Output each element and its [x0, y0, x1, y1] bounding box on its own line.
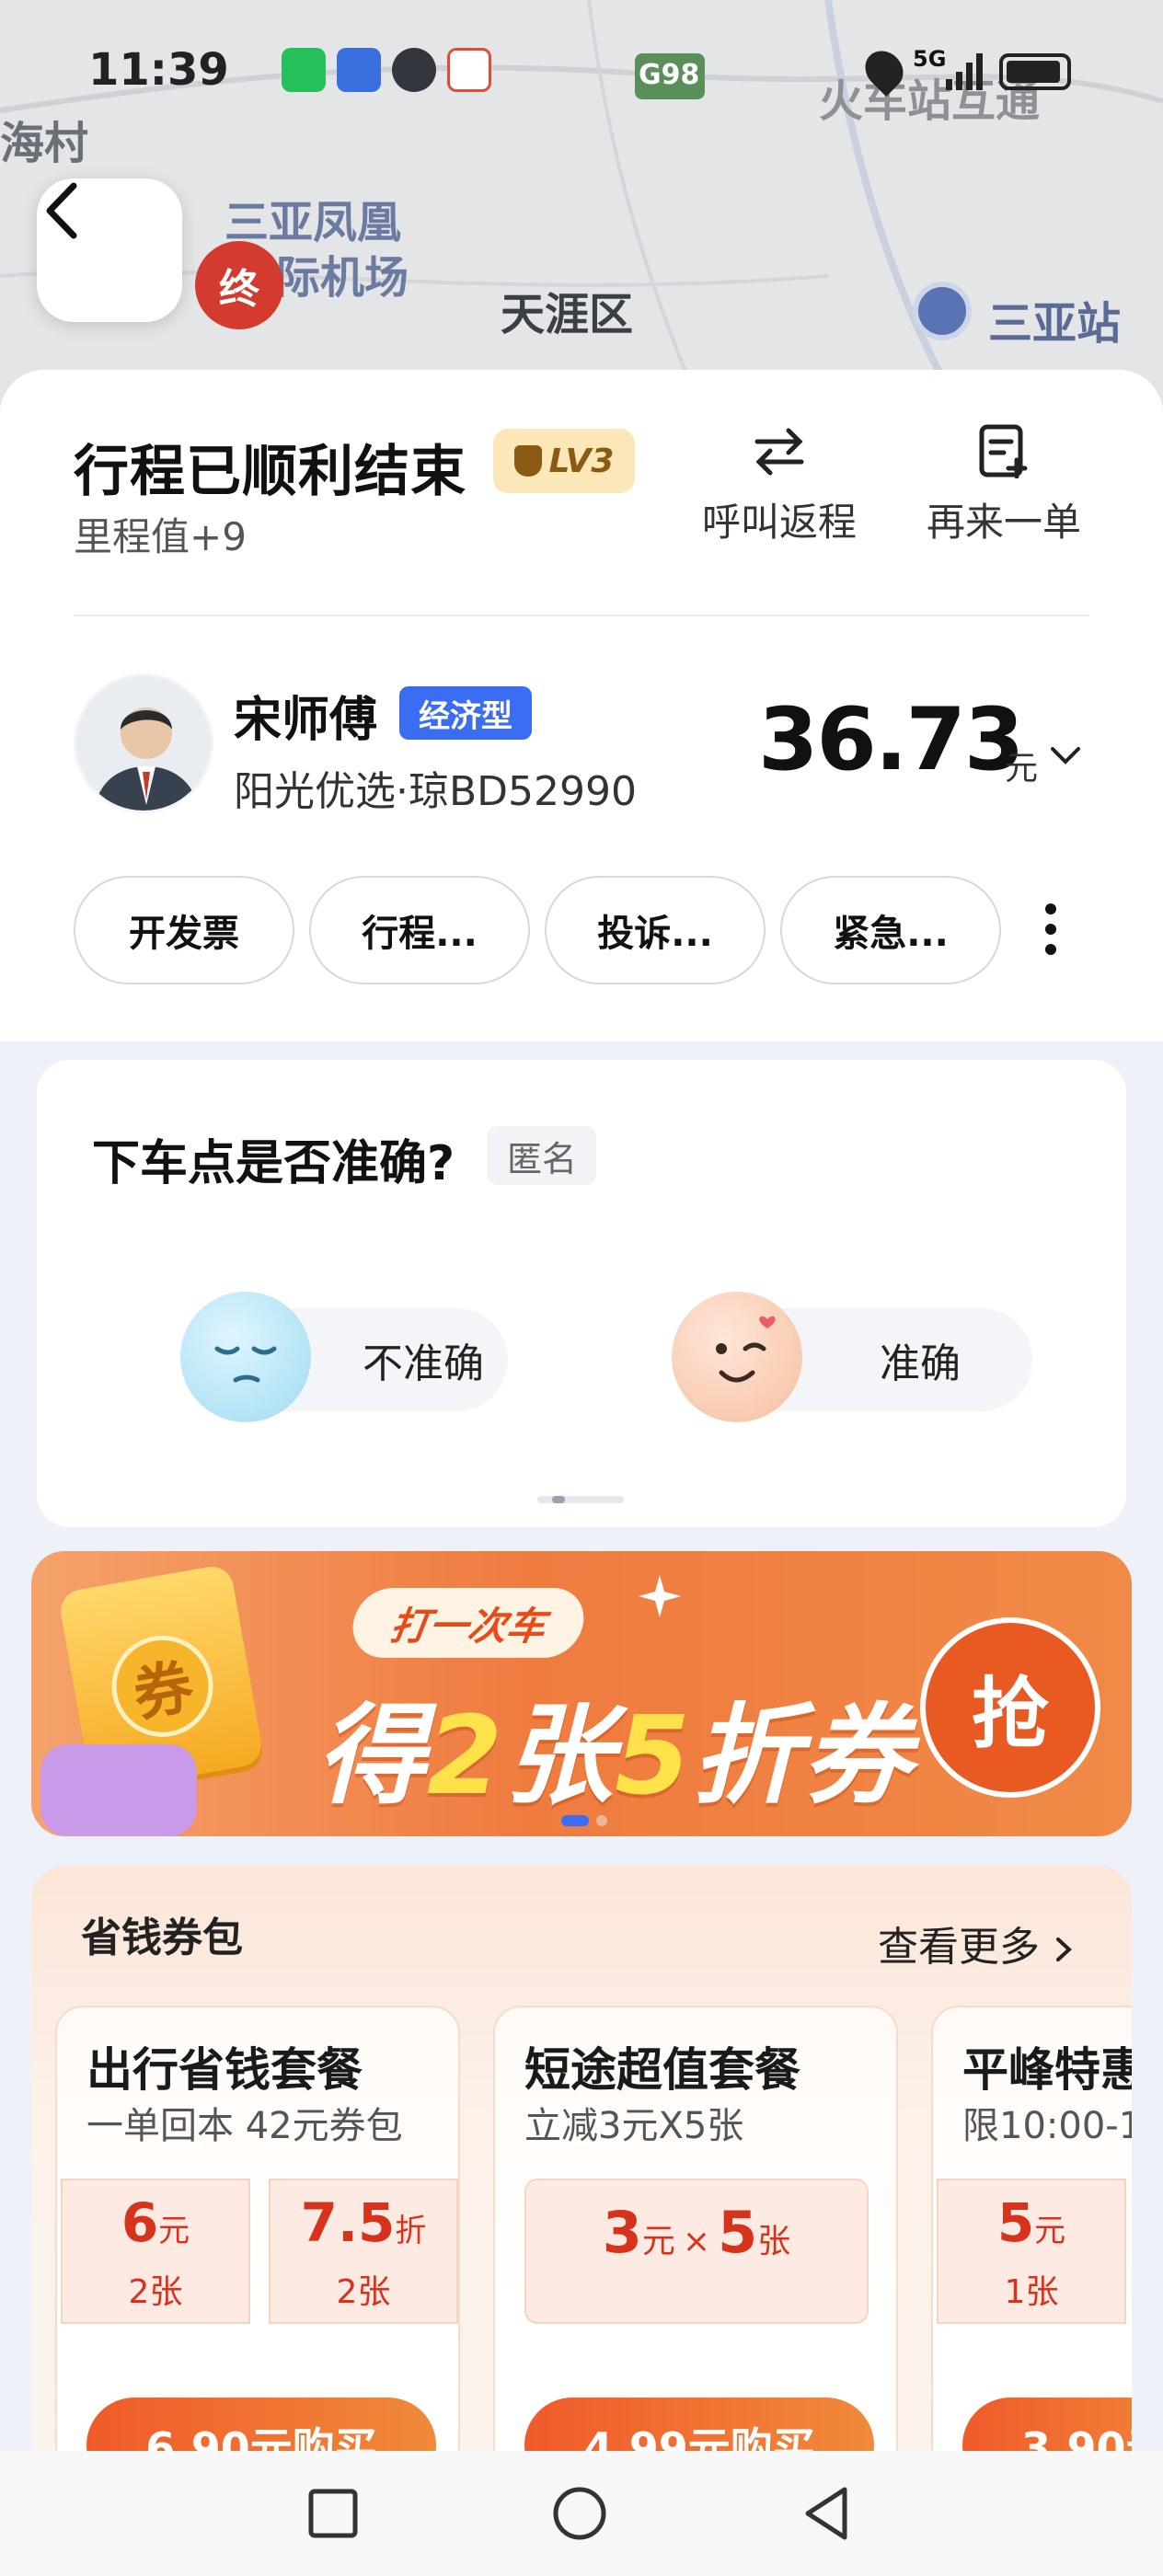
coupon-item: 6元 2张	[61, 2179, 250, 2324]
signal-icon	[944, 52, 985, 92]
pack-subtitle: 限10:00-1	[962, 2105, 1132, 2147]
car-type-badge: 经济型	[399, 686, 532, 740]
grab-button[interactable]: 抢	[920, 1617, 1100, 1798]
driver-name: 宋师傅	[234, 693, 378, 748]
map-label-tianya: 天涯区	[501, 289, 634, 340]
person-icon	[94, 707, 199, 811]
feedback-pager	[537, 1496, 624, 1503]
pack-card-off-peak[interactable]: 平峰特惠 限10:00-1 5元 1张 3.90元	[931, 2006, 1132, 2491]
driver-avatar[interactable]	[74, 673, 213, 813]
chevron-left-icon	[46, 182, 77, 239]
pack-subtitle: 立减3元X5张	[524, 2105, 744, 2147]
battery-icon	[999, 53, 1071, 90]
recent-apps-icon[interactable]	[307, 2488, 359, 2539]
network-label: 5G	[913, 46, 947, 72]
gesture-icon	[392, 48, 436, 92]
end-marker-icon: 终	[195, 241, 283, 329]
divider	[74, 615, 1089, 616]
view-more-link[interactable]: 查看更多	[878, 1914, 1075, 1972]
wechat-icon	[282, 48, 326, 92]
emergency-chip[interactable]: 紧急...	[780, 876, 1001, 984]
trip-summary-card: 行程已顺利结束 LV3 里程值+9 呼叫返程 再来一单 宋师傅 经济型 阳光优选…	[0, 370, 1163, 1041]
map-label-sanya-station: 三亚站	[988, 298, 1122, 350]
baidu-map-icon	[447, 48, 491, 92]
back-nav-icon[interactable]	[800, 2486, 852, 2541]
invoice-chip[interactable]: 开发票	[74, 876, 294, 984]
complaint-chip[interactable]: 投诉...	[545, 876, 766, 984]
trip-detail-chip[interactable]: 行程...	[309, 876, 530, 984]
pack-card-short-trip[interactable]: 短途超值套餐 立减3元X5张 3元 × 5张 4.99元购买	[493, 2006, 898, 2491]
level-label: LV3	[548, 442, 615, 480]
banner-headline: 得2张5折券	[317, 1692, 914, 1819]
banner-pager	[561, 1811, 615, 1828]
baidu-icon	[337, 48, 381, 92]
feedback-question: 下车点是否准确?	[92, 1136, 455, 1191]
coupon-item: 3元 × 5张	[524, 2179, 869, 2324]
location-icon	[858, 43, 911, 97]
banner-tag: 打一次车	[348, 1588, 589, 1658]
dropoff-feedback-card: 下车点是否准确? 匿名 不准确 准确	[37, 1060, 1126, 1527]
coupon-item: 5元 1张	[937, 2179, 1126, 2324]
trip-status-title: 行程已顺利结束	[74, 440, 466, 504]
pack-name: 出行省钱套餐	[86, 2043, 363, 2097]
pack-name: 平峰特惠	[962, 2043, 1132, 2097]
home-icon[interactable]	[552, 2486, 607, 2541]
pack-card-saver[interactable]: 出行省钱套餐 一单回本 42元券包 6元 2张 7.5折 2张 6.90元购买	[55, 2006, 460, 2491]
pack-name: 短途超值套餐	[524, 2043, 800, 2097]
trip-price[interactable]: 36.73	[758, 690, 1024, 790]
promo-banner[interactable]: 券 打一次车 得2张5折券 抢	[31, 1551, 1132, 1836]
call-return-label: 呼叫返程	[701, 500, 857, 545]
note-plus-icon	[979, 424, 1028, 478]
back-button[interactable]	[37, 178, 182, 322]
map-label-airport-2: 际机场	[276, 252, 409, 304]
ticket-label: 券	[103, 1627, 222, 1745]
call-return-button[interactable]: 呼叫返程	[692, 423, 867, 547]
train-station-icon	[913, 282, 972, 340]
status-time: 11:39	[88, 44, 229, 96]
price-unit: 元	[1005, 750, 1039, 788]
inaccurate-label: 不准确	[363, 1340, 484, 1387]
map-view[interactable]: 海村 三亚凤凰 际机场 天涯区 三亚站 火车站互通 G98 终 11:39 5G	[0, 0, 1163, 405]
order-again-label: 再来一单	[926, 500, 1081, 545]
accurate-label: 准确	[880, 1340, 961, 1387]
status-bar: 11:39 5G	[0, 0, 1163, 138]
swap-arrows-icon	[754, 428, 804, 476]
level-badge[interactable]: LV3	[493, 429, 635, 493]
chevron-right-icon	[1056, 1938, 1072, 1961]
order-again-button[interactable]: 再来一单	[916, 423, 1091, 547]
crown-shield-icon	[513, 445, 542, 477]
sparkle-icon	[639, 1575, 681, 1617]
car-plate-info: 阳光优选·琼BD52990	[234, 768, 638, 815]
sad-face-icon	[180, 1292, 311, 1422]
coupon-packs-section: 省钱券包 查看更多 出行省钱套餐 一单回本 42元券包 6元 2张 7.5折 2…	[31, 1866, 1132, 2491]
more-options-icon[interactable]	[1040, 903, 1062, 959]
chevron-down-icon[interactable]	[1047, 742, 1084, 769]
happy-face-icon	[672, 1292, 802, 1422]
packs-title: 省钱券包	[81, 1915, 243, 1961]
hand-sleeve-icon	[40, 1744, 197, 1836]
system-nav-bar	[0, 2451, 1163, 2576]
pack-subtitle: 一单回本 42元券包	[86, 2105, 403, 2147]
mileage-points: 里程值+9	[74, 514, 247, 559]
coupon-item: 7.5折 2张	[269, 2179, 458, 2324]
anonymous-badge: 匿名	[488, 1126, 596, 1185]
